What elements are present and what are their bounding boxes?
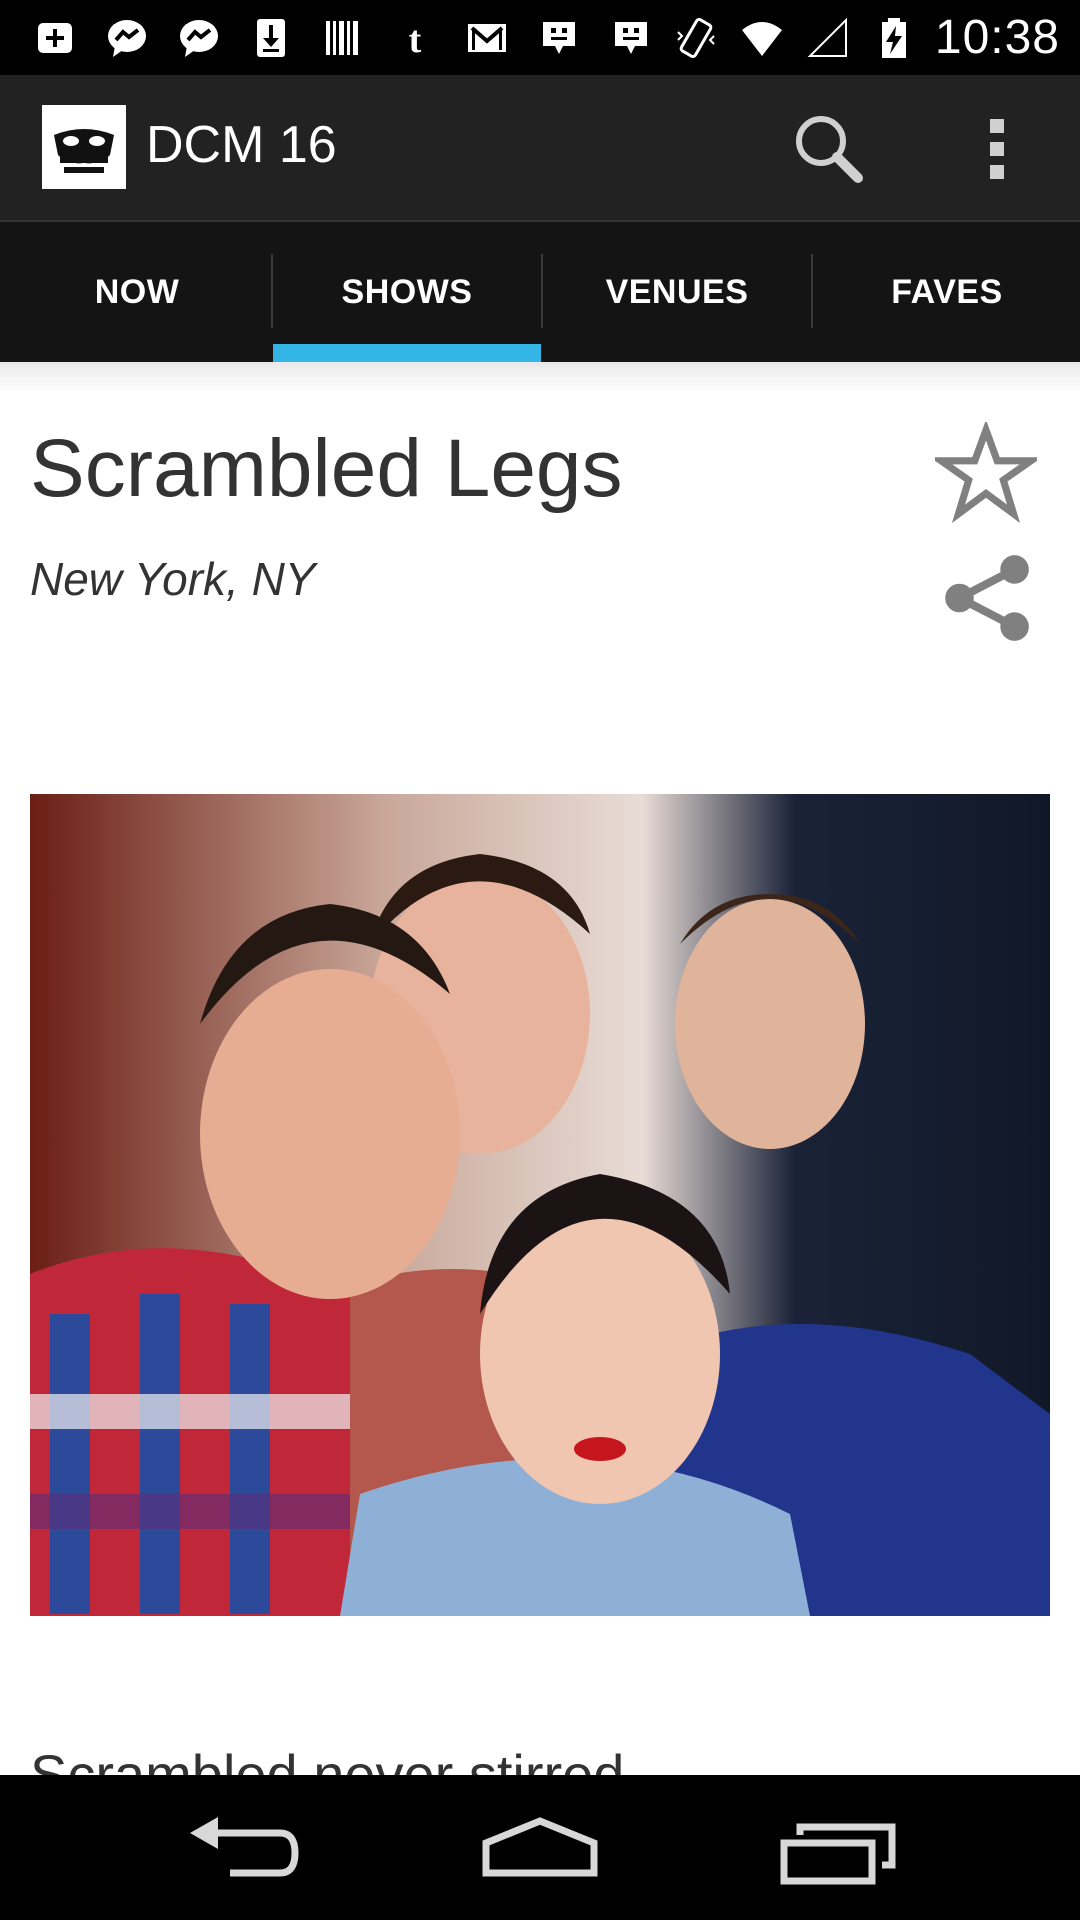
tab-faves[interactable]: FAVES bbox=[812, 222, 1080, 362]
notification-icons: t bbox=[30, 10, 656, 65]
messenger-icon bbox=[174, 13, 224, 63]
home-icon[interactable] bbox=[470, 1805, 610, 1895]
tab-shows[interactable]: SHOWS bbox=[272, 222, 542, 362]
tab-label: NOW bbox=[94, 272, 180, 311]
tab-label: FAVES bbox=[891, 272, 1003, 311]
bbm-icon bbox=[606, 13, 656, 63]
tab-venues[interactable]: VENUES bbox=[542, 222, 812, 362]
app-title: DCM 16 bbox=[146, 116, 337, 174]
back-icon[interactable] bbox=[170, 1805, 310, 1895]
action-bar: DCM 16 bbox=[0, 75, 1080, 222]
tumblr-icon: t bbox=[390, 13, 440, 63]
tab-bar-shadow bbox=[0, 362, 1080, 392]
clock: 10:38 bbox=[934, 11, 1060, 64]
signal-icon bbox=[803, 13, 853, 63]
recents-icon[interactable] bbox=[770, 1805, 910, 1895]
navigation-bar bbox=[0, 1775, 1080, 1920]
svg-text:t: t bbox=[409, 19, 422, 60]
tab-label: SHOWS bbox=[341, 272, 473, 311]
share-icon[interactable] bbox=[935, 547, 1037, 649]
show-photo bbox=[30, 794, 1050, 1616]
status-bar: t 10:38 bbox=[0, 0, 1080, 75]
download-icon bbox=[246, 13, 296, 63]
tab-bar: NOW SHOWS VENUES FAVES bbox=[0, 222, 1080, 362]
bbm-icon bbox=[534, 13, 584, 63]
overflow-menu-icon[interactable] bbox=[975, 111, 1019, 187]
vibrate-icon bbox=[671, 13, 721, 63]
barcode-icon bbox=[318, 13, 368, 63]
search-icon[interactable] bbox=[790, 111, 866, 187]
show-detail[interactable]: Scrambled Legs New York, NY Scrambled ne… bbox=[0, 362, 1080, 1775]
wifi-icon bbox=[737, 13, 787, 63]
messenger-icon bbox=[102, 13, 152, 63]
plus-box-icon bbox=[30, 13, 80, 63]
app-logo[interactable] bbox=[42, 105, 126, 189]
battery-charging-icon bbox=[869, 13, 919, 63]
tab-now[interactable]: NOW bbox=[2, 222, 272, 362]
gmail-icon bbox=[462, 13, 512, 63]
show-title: Scrambled Legs bbox=[30, 423, 623, 514]
show-description: Scrambled never stirred bbox=[30, 1743, 625, 1775]
system-icons: 10:38 bbox=[671, 10, 1060, 65]
show-location: New York, NY bbox=[30, 553, 316, 605]
tab-label: VENUES bbox=[605, 272, 749, 311]
favorite-star-icon[interactable] bbox=[929, 419, 1043, 524]
selected-tab-indicator bbox=[273, 344, 541, 362]
